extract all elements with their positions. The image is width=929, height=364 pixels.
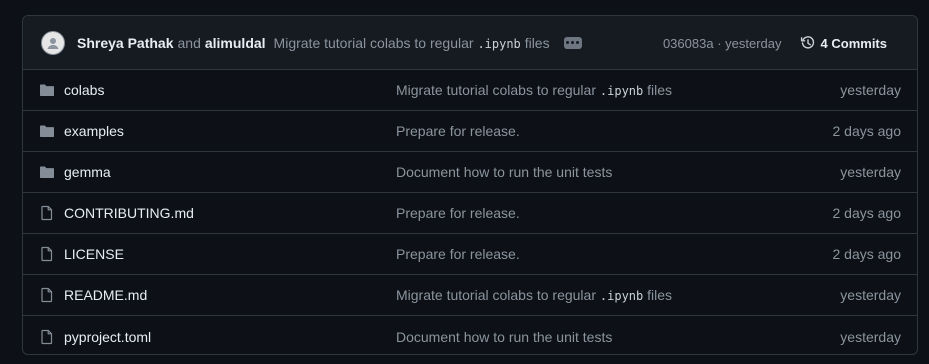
file-commit-message-prefix: Prepare for release. xyxy=(396,123,520,139)
file-commit-time: yesterday xyxy=(840,164,901,180)
file-name-link[interactable]: CONTRIBUTING.md xyxy=(64,205,194,221)
file-commit-message-suffix: files xyxy=(647,287,673,303)
avatar-icon[interactable] xyxy=(41,30,65,55)
file-commit-time: 2 days ago xyxy=(832,246,902,262)
file-row[interactable]: pyproject.toml Document how to run the un… xyxy=(23,316,917,354)
file-commit-message[interactable]: Document how to run the unit tests xyxy=(396,329,612,345)
commit-author-1[interactable]: Shreya Pathak xyxy=(77,35,174,51)
file-name-link[interactable]: examples xyxy=(64,123,124,139)
file-commit-message-prefix: Migrate tutorial colabs to regular xyxy=(396,287,596,303)
commit-separator: · xyxy=(717,35,722,51)
file-commit-message-prefix: Prepare for release. xyxy=(396,246,520,262)
folder-icon xyxy=(39,123,55,139)
file-commit-message[interactable]: Migrate tutorial colabs to regular .ipyn… xyxy=(396,287,672,303)
file-commit-message[interactable]: Prepare for release. xyxy=(396,246,520,262)
file-commit-time: yesterday xyxy=(840,328,901,345)
folder-icon xyxy=(39,164,55,180)
file-row[interactable]: README.md Migrate tutorial colabs to regu… xyxy=(23,275,917,316)
file-row[interactable]: gemma Document how to run the unit tests y… xyxy=(23,152,917,193)
kebab-horizontal-icon[interactable] xyxy=(563,36,582,49)
author-conjunction: and xyxy=(177,34,201,51)
file-commit-message-prefix: Document how to run the unit tests xyxy=(396,328,613,345)
commit-time: yesterday xyxy=(725,35,782,51)
file-name-link[interactable]: README.md xyxy=(64,287,147,303)
file-list: colabs Migrate tutorial colabs to regular… xyxy=(23,70,917,354)
file-name-link[interactable]: LICENSE xyxy=(64,246,124,262)
file-commit-message-code: .ipynb xyxy=(599,289,644,303)
file-name-link[interactable]: pyproject.toml xyxy=(64,329,151,345)
file-browser: Shreya Pathak and alimuldal Migrate tuto… xyxy=(22,15,918,355)
commit-message[interactable]: Migrate tutorial colabs to regular .ipyn… xyxy=(274,35,550,51)
file-row[interactable]: CONTRIBUTING.md Prepare for release. 2 day… xyxy=(23,193,917,234)
file-commit-message-prefix: Document how to run the unit tests xyxy=(396,164,613,180)
commit-sha-time[interactable]: 036083a · yesterday xyxy=(663,36,782,51)
file-row[interactable]: colabs Migrate tutorial colabs to regular… xyxy=(23,70,917,111)
file-commit-message[interactable]: Prepare for release. xyxy=(396,205,520,221)
file-icon xyxy=(39,287,55,303)
file-commit-message[interactable]: Document how to run the unit tests xyxy=(396,164,612,180)
commit-meta: 036083a · yesterday 4 Commits xyxy=(663,16,887,70)
file-row[interactable]: examples Prepare for release. 2 days ago xyxy=(23,111,917,152)
file-icon xyxy=(39,329,55,345)
file-commit-message[interactable]: Migrate tutorial colabs to regular .ipyn… xyxy=(396,82,672,98)
file-row[interactable]: LICENSE Prepare for release. 2 days ago xyxy=(23,234,917,275)
commit-message-suffix: files xyxy=(524,34,550,51)
commits-link[interactable]: 4 Commits xyxy=(800,35,887,51)
commit-sha: 036083a xyxy=(662,35,714,51)
commit-message-code: .ipynb xyxy=(477,36,521,51)
file-icon xyxy=(39,205,55,221)
file-commit-time: 2 days ago xyxy=(832,205,902,221)
latest-commit-bar: Shreya Pathak and alimuldal Migrate tuto… xyxy=(23,16,917,70)
file-name-link[interactable]: colabs xyxy=(64,82,104,98)
commit-message-prefix: Migrate tutorial colabs to regular xyxy=(273,34,474,51)
file-commit-message-code: .ipynb xyxy=(599,84,644,98)
folder-icon xyxy=(39,82,55,98)
file-commit-message-prefix: Prepare for release. xyxy=(396,205,520,221)
history-icon xyxy=(800,36,814,49)
file-commit-message-suffix: files xyxy=(647,82,673,98)
file-commit-time: yesterday xyxy=(840,82,901,98)
file-icon xyxy=(39,246,55,262)
file-commit-time: 2 days ago xyxy=(832,123,902,139)
file-commit-message[interactable]: Prepare for release. xyxy=(396,123,520,139)
file-commit-time: yesterday xyxy=(840,287,901,303)
file-commit-message-prefix: Migrate tutorial colabs to regular xyxy=(396,82,596,98)
file-name-link[interactable]: gemma xyxy=(64,164,111,180)
commits-count-label: 4 Commits xyxy=(820,35,887,51)
commit-author-2[interactable]: alimuldal xyxy=(205,35,266,51)
